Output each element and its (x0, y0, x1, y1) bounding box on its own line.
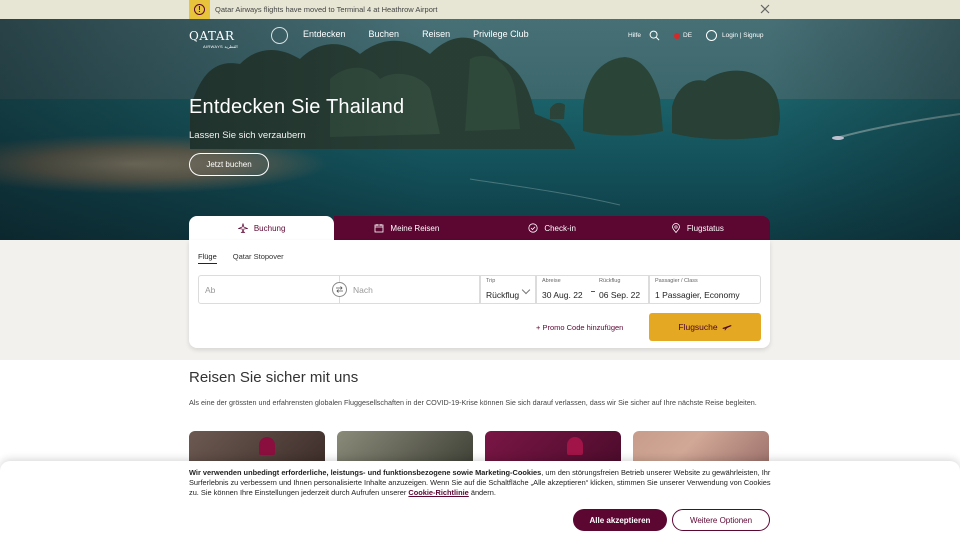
cookie-policy-link[interactable]: Cookie-Richtlinie (408, 488, 468, 497)
tab-flugstatus[interactable]: Flugstatus (624, 216, 770, 240)
close-icon[interactable] (759, 3, 771, 15)
oneworld-logo (271, 27, 288, 44)
to-placeholder: Nach (353, 285, 373, 295)
check-circle-icon (528, 223, 538, 233)
calendar-icon (375, 224, 384, 233)
nav-link-privilege-club[interactable]: Privilege Club (473, 29, 529, 39)
pax-value: 1 Passagier, Economy (655, 290, 740, 300)
depart-value: 30 Aug. 22 (542, 290, 583, 300)
subtab-qatar-stopover[interactable]: Qatar Stopover (233, 252, 284, 264)
nav-link-reisen[interactable]: Reisen (422, 29, 450, 39)
login-link[interactable]: Login | Signup (722, 32, 763, 39)
subtab-fluege[interactable]: Flüge (198, 252, 217, 264)
return-label: Rückflug (599, 278, 621, 284)
swap-icon (336, 286, 343, 293)
info-icon: ! (189, 0, 210, 19)
return-value: 06 Sep. 22 (599, 290, 641, 300)
nav-utilities: Hilfe DE Login | Signup (628, 30, 764, 41)
notice-text: Qatar Airways flights have moved to Term… (215, 5, 438, 14)
from-field[interactable]: Ab (198, 275, 340, 304)
booking-subtabs: Flüge Qatar Stopover (198, 252, 300, 264)
location-pin-icon (672, 223, 680, 233)
user-icon[interactable] (706, 30, 718, 41)
tab-label: Meine Reisen (390, 223, 440, 233)
hero-banner (0, 19, 960, 240)
to-field[interactable]: Nach (339, 275, 480, 304)
search-button-label: Flugsuche (678, 322, 718, 332)
main-menu: Entdecken Buchen Reisen Privilege Club (303, 29, 552, 39)
swap-airports-button[interactable] (332, 282, 347, 297)
trip-value: Rückflug (486, 290, 520, 300)
plane-icon (237, 223, 248, 233)
nav-link-buchen[interactable]: Buchen (369, 29, 400, 39)
qatar-airways-logo[interactable]: QATAR AIRWAYS القطرية (189, 27, 238, 49)
section-text: Als eine der grössten und erfahrensten g… (189, 398, 757, 407)
tab-buchung[interactable]: Buchung (189, 216, 335, 240)
search-icon[interactable] (649, 30, 660, 41)
accept-all-button[interactable]: Alle akzeptieren (573, 509, 667, 531)
hero-subtitle: Lassen Sie sich verzaubern (189, 130, 306, 141)
trip-label: Trip (486, 278, 496, 284)
cookie-tail-text: ändern. (468, 488, 496, 497)
tab-label: Buchung (253, 223, 286, 233)
language-selector[interactable]: DE (674, 32, 692, 39)
flight-search-button[interactable]: Flugsuche (649, 313, 761, 341)
notice-bar: ! Qatar Airways flights have moved to Te… (0, 0, 960, 19)
tab-label: Check-in (544, 223, 576, 233)
more-options-button[interactable]: Weitere Optionen (672, 509, 770, 531)
promo-code-link[interactable]: + Promo Code hinzufügen (536, 323, 623, 332)
pax-label: Passagier / Class (655, 278, 698, 284)
date-picker[interactable]: Abreise 30 Aug. 22 Rückflug 06 Sep. 22 (536, 275, 649, 304)
cookie-text: Wir verwenden unbedingt erforderliche, l… (189, 468, 774, 498)
help-link[interactable]: Hilfe (628, 32, 641, 39)
from-placeholder: Ab (205, 285, 216, 295)
section-title: Reisen Sie sicher mit uns (189, 369, 359, 386)
depart-label: Abreise (542, 278, 561, 284)
nav-link-entdecken[interactable]: Entdecken (303, 29, 346, 39)
tab-meine-reisen[interactable]: Meine Reisen (334, 216, 480, 240)
plane-icon (722, 325, 732, 331)
cookie-bold-text: Wir verwenden unbedingt erforderliche, l… (189, 468, 542, 477)
language-label: DE (683, 32, 693, 39)
cookie-banner: Wir verwenden unbedingt erforderliche, l… (0, 461, 960, 540)
chevron-down-icon (521, 285, 531, 295)
book-now-button[interactable]: Jetzt buchen (189, 153, 269, 176)
swiss-flag-icon (674, 32, 681, 39)
trip-type-select[interactable]: Trip Rückflug (480, 275, 536, 304)
tab-label: Flugstatus (686, 223, 724, 233)
booking-tabs: Buchung Meine Reisen Check-in Flugstatus (189, 216, 770, 240)
tab-check-in[interactable]: Check-in (479, 216, 625, 240)
booking-widget: Flüge Qatar Stopover Ab Nach Trip Rückfl… (189, 240, 770, 348)
hero-title: Entdecken Sie Thailand (189, 96, 405, 118)
passenger-class-field[interactable]: Passagier / Class 1 Passagier, Economy (649, 275, 761, 304)
